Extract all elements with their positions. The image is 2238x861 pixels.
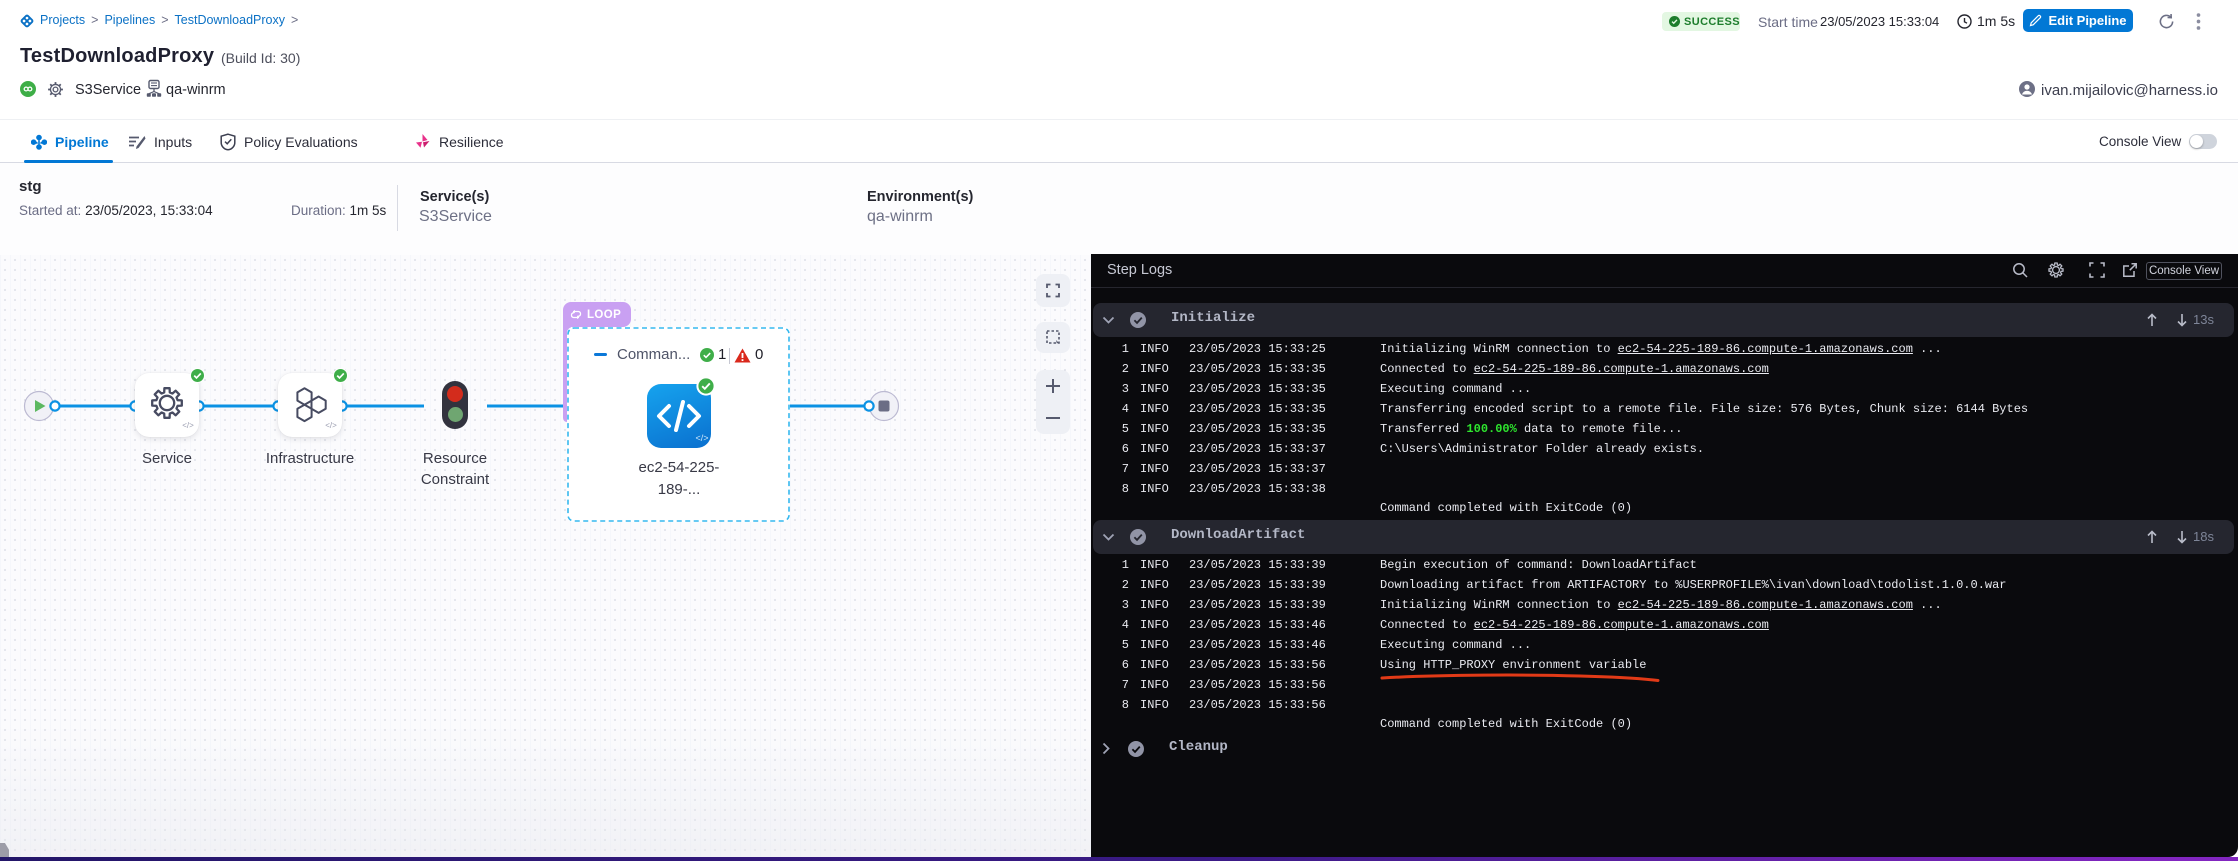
svg-text:</>: </> [182, 421, 194, 430]
svg-text:</>: </> [695, 433, 708, 443]
svg-text:</>: </> [325, 421, 337, 430]
